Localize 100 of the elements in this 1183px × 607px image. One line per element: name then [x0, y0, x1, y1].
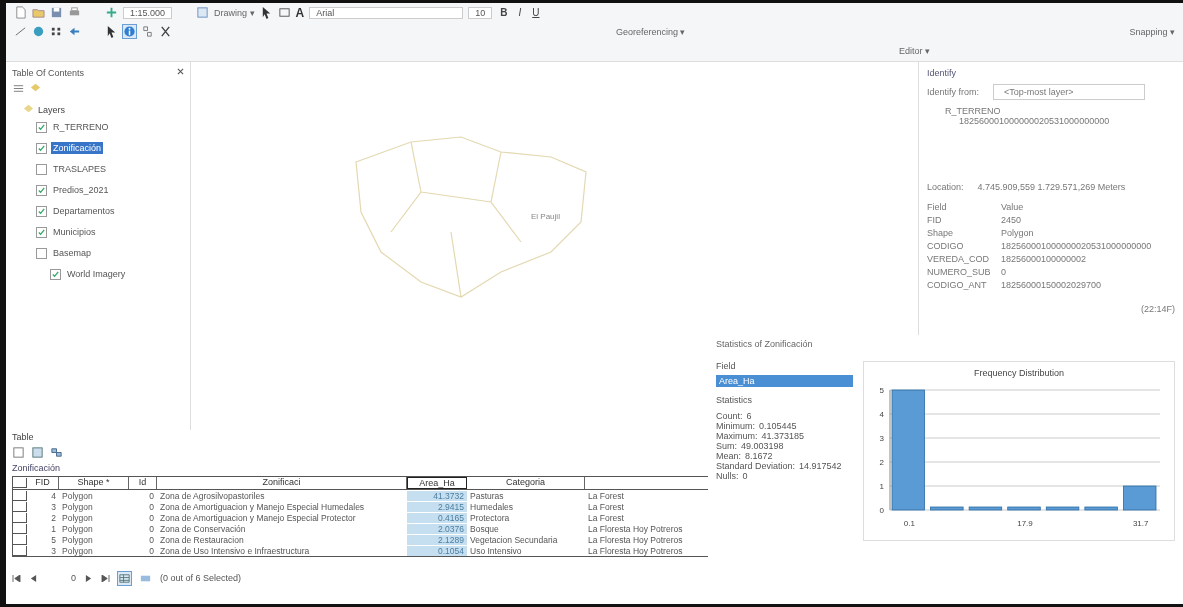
italic-button[interactable]: I — [515, 7, 525, 18]
back-arrow-icon[interactable] — [68, 25, 81, 38]
layer-checkbox[interactable] — [36, 163, 47, 175]
row-selector[interactable] — [13, 523, 27, 534]
chart-bar — [1007, 506, 1041, 511]
table-cell-text: Polygon — [61, 545, 94, 556]
table-cell-text: Zona de Uso Intensivo e Infraestructura — [159, 545, 311, 556]
row-selector[interactable] — [13, 490, 27, 501]
record-field[interactable]: 0 — [46, 573, 76, 583]
table-cell: 2.9415 — [407, 501, 467, 512]
row-selector[interactable] — [13, 512, 27, 523]
column-header[interactable]: Categoria — [467, 477, 585, 489]
bold-button[interactable]: B — [497, 7, 511, 18]
statistic-value: 41.373185 — [761, 431, 805, 441]
layer-checkbox[interactable] — [36, 226, 47, 238]
field-label: Location: — [927, 182, 964, 192]
tree-item[interactable]: R_TERRENO — [927, 106, 1175, 116]
layer-name[interactable]: Departamentos — [51, 205, 117, 217]
close-icon[interactable] — [177, 68, 184, 75]
data-view-icon[interactable] — [196, 6, 210, 19]
list-icon[interactable] — [12, 82, 25, 95]
layer-checkbox[interactable] — [36, 142, 47, 154]
table-cell-text: Polygon — [61, 512, 94, 523]
column-header[interactable]: Zonificaci — [157, 477, 407, 489]
layer-checkbox[interactable] — [36, 121, 47, 133]
snapping-menu[interactable]: Snapping ▾ — [1129, 26, 1175, 37]
table-cell-text: Polygon — [61, 534, 94, 545]
statistic-name: Nulls: — [716, 471, 739, 481]
layer-name[interactable]: Predios_2021 — [51, 184, 111, 196]
font-field[interactable]: Arial — [309, 6, 464, 19]
axis-label: 0 — [879, 506, 884, 515]
layer-checkbox[interactable] — [36, 205, 47, 217]
new-file-icon[interactable] — [14, 6, 27, 19]
add-data-icon[interactable] — [105, 6, 118, 19]
field-value: 18256000100000002 — [1001, 254, 1088, 264]
axis-label: 3 — [879, 434, 884, 443]
tree-item[interactable]: 182560001000000020531000000000 — [927, 116, 1175, 126]
editor-menu[interactable]: Editor ▾ — [899, 45, 930, 56]
field-label: Identify from: — [927, 87, 980, 97]
save-icon[interactable] — [50, 6, 63, 19]
location-value: 4.745.909,559 1.729.571,269 Meters — [977, 182, 1126, 192]
statistic-name: Count: — [716, 411, 743, 421]
table-cell-text: La Forest — [587, 490, 625, 501]
grid-icon[interactable] — [50, 25, 63, 38]
table-cell-text: La Floresta Hoy Potreros — [587, 534, 684, 545]
related-tables-icon[interactable] — [31, 446, 44, 459]
layer-name[interactable]: Zonificación — [51, 142, 104, 154]
previous-record-icon[interactable] — [29, 574, 38, 582]
statistic-value: 0.105445 — [759, 421, 797, 431]
layer-checkbox[interactable] — [36, 247, 47, 259]
table-options-icon[interactable] — [12, 446, 25, 459]
field-value: Polygon — [1001, 228, 1035, 238]
georeferencing-menu[interactable]: Georeferencing ▾ — [615, 26, 686, 37]
layer-name[interactable]: TRASLAPES — [51, 163, 109, 175]
select-by-attributes-icon[interactable] — [50, 446, 63, 459]
layer-name[interactable]: Municipios — [51, 226, 98, 238]
field-value: 0 — [1001, 267, 1007, 277]
underline-button[interactable]: U — [529, 7, 543, 18]
table-cell-text: Zona de Restauracion — [159, 534, 245, 545]
statistic-name: Minimum: — [716, 421, 755, 431]
column-header[interactable]: Shape * — [59, 477, 129, 489]
column-header[interactable]: Id — [129, 477, 157, 489]
row-selector[interactable] — [13, 545, 27, 556]
layer-name[interactable]: World Imagery — [65, 268, 128, 280]
column-header[interactable]: FID — [27, 477, 59, 489]
text-tool[interactable]: A — [295, 5, 305, 20]
field-name: CODIGO_ANT — [927, 280, 988, 290]
layer-name[interactable]: Basemap — [51, 247, 94, 259]
scale-field[interactable]: 1:15.000 — [123, 6, 173, 19]
column-header[interactable]: Area_Ha — [407, 477, 467, 489]
last-record-icon[interactable] — [101, 574, 110, 582]
font-size-field[interactable]: 10 — [468, 6, 493, 19]
first-record-icon[interactable] — [12, 574, 21, 582]
table-tab[interactable]: Zonificación — [12, 463, 61, 473]
table-cell-text: 5 — [50, 534, 57, 545]
row-selector[interactable] — [13, 501, 27, 512]
layer-checkbox[interactable] — [50, 268, 61, 280]
table-view-icon[interactable] — [118, 571, 131, 585]
table-cell-text: 0 — [148, 501, 155, 512]
table-cell-text: Uso Intensivo — [469, 545, 523, 556]
field-name: CODIGO — [927, 241, 965, 251]
table-cell-text: 0 — [148, 545, 155, 556]
identify-icon[interactable] — [123, 25, 136, 38]
field-value: 2450 — [1001, 215, 1023, 225]
open-folder-icon[interactable] — [32, 6, 45, 19]
row-selector[interactable] — [13, 534, 27, 545]
next-record-icon[interactable] — [84, 574, 93, 582]
layer-dropdown[interactable]: <Top-most layer> — [993, 84, 1146, 100]
drawing-menu[interactable]: Drawing ▾ — [214, 7, 255, 18]
status-text: (22:14F) — [1140, 304, 1175, 314]
axis-label: 31.7 — [1132, 519, 1149, 528]
table-cell-text: 3 — [50, 501, 57, 512]
field-label: Field — [716, 361, 737, 371]
table-cell-text: Zona de Amortiguacion y Manejo Especial Humedales — [159, 501, 366, 512]
layer-group-label[interactable]: Layers — [38, 104, 65, 115]
layer-checkbox[interactable] — [36, 184, 47, 196]
window-title: Statistics of Zonificación — [715, 338, 814, 351]
table-cell-text: Polygon — [61, 490, 94, 501]
layer-name[interactable]: R_TERRENO — [51, 121, 111, 133]
statistic-value: 14.917542 — [799, 461, 842, 471]
